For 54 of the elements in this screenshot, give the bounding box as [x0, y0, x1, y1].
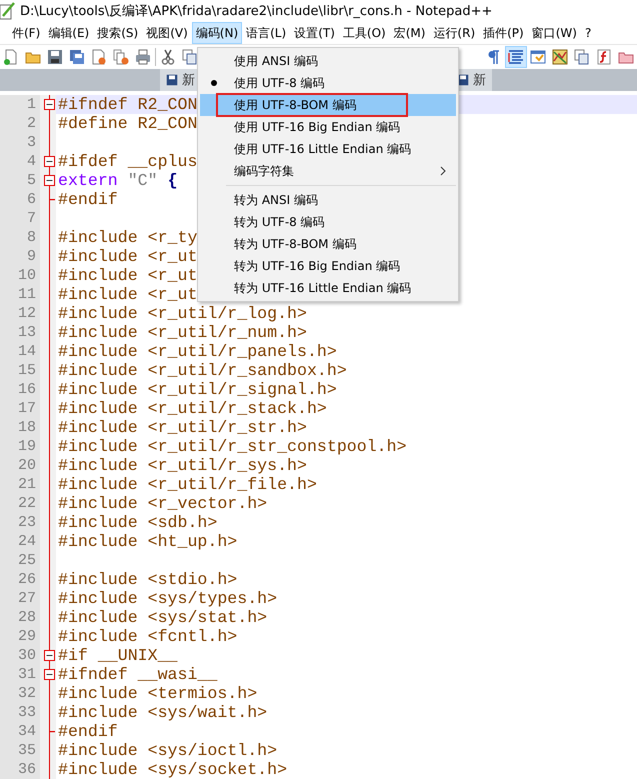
line-number: 5 — [0, 171, 40, 190]
line-number: 25 — [0, 551, 40, 570]
line-number: 1 — [0, 95, 40, 114]
line-number: 24 — [0, 532, 40, 552]
line-number: 29 — [0, 627, 40, 646]
line-number: 21 — [0, 475, 40, 494]
line-number: 18 — [0, 418, 40, 438]
line-number: 11 — [0, 285, 40, 304]
menu-item[interactable]: 工具(O) — [338, 22, 390, 44]
menu-item[interactable]: 设置(T) — [290, 22, 339, 44]
line-number: 13 — [0, 323, 40, 342]
menu-item[interactable]: 编辑(E) — [44, 22, 94, 44]
line-number: 3 — [0, 133, 40, 152]
line-number: 33 — [0, 703, 40, 722]
line-number: 22 — [0, 494, 40, 514]
line-number: 16 — [0, 380, 40, 400]
line-number: 7 — [0, 209, 40, 228]
window-title: D:\Lucy\tools\反编译\APK\frida\radare2\include\libr\r_cons.h - Notepad++ — [20, 3, 492, 20]
line-number: 27 — [0, 589, 40, 608]
line-number: 10 — [0, 266, 40, 286]
line-number: 15 — [0, 361, 40, 380]
line-number: 35 — [0, 741, 40, 760]
menu-item[interactable]: 件(F) — [8, 22, 44, 44]
line-number: 6 — [0, 190, 40, 210]
line-number: 28 — [0, 608, 40, 628]
menu-option[interactable]: 使用 UTF-8-BOM 编码 — [200, 94, 456, 116]
menu-item[interactable]: 视图(V) — [142, 22, 192, 44]
menu-option[interactable]: 转为 ANSI 编码 — [200, 189, 456, 211]
menu-item[interactable]: 搜索(S) — [93, 22, 142, 44]
line-number: 8 — [0, 228, 40, 248]
line-number: 2 — [0, 114, 40, 134]
line-number: 9 — [0, 247, 40, 266]
menu-item[interactable]: 编码(N) — [192, 22, 242, 44]
line-number: 36 — [0, 760, 40, 779]
menu-item[interactable]: 运行(R) — [429, 22, 480, 44]
tab-label: 新 — [473, 72, 486, 89]
tab-label: 新 — [182, 72, 195, 89]
line-number: 23 — [0, 513, 40, 532]
line-number: 20 — [0, 456, 40, 476]
line-number: 14 — [0, 342, 40, 362]
line-number: 12 — [0, 304, 40, 324]
menu-item[interactable]: 插件(P) — [479, 22, 528, 44]
line-number: 26 — [0, 570, 40, 590]
line-number: 4 — [0, 152, 40, 172]
line-number: 30 — [0, 646, 40, 666]
line-number: 32 — [0, 684, 40, 704]
line-number: 19 — [0, 437, 40, 456]
menu-item[interactable]: ? — [580, 22, 596, 44]
line-number: 34 — [0, 722, 40, 742]
menu-item[interactable]: 宏(M) — [390, 22, 430, 44]
line-number: 31 — [0, 665, 40, 684]
line-number: 17 — [0, 399, 40, 418]
menu-item[interactable]: 窗口(W) — [528, 22, 581, 44]
menu-item[interactable]: 语言(L) — [242, 22, 290, 44]
